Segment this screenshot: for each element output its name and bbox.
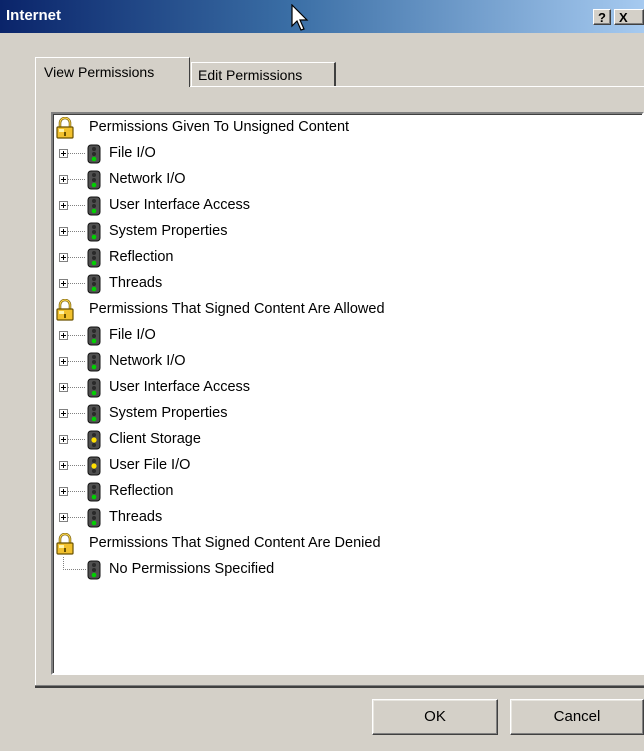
- traffic-light-green-icon: [87, 508, 101, 528]
- expand-plus-icon[interactable]: [59, 513, 68, 522]
- traffic-light-green-icon: [87, 378, 101, 398]
- permission-label: No Permissions Specified: [109, 561, 275, 577]
- ok-button[interactable]: OK: [372, 699, 498, 735]
- traffic-light-green-icon: [87, 404, 101, 424]
- category-label: Permissions That Signed Content Are Deni…: [89, 535, 381, 551]
- permission-label: System Properties: [109, 405, 228, 421]
- expand-plus-icon[interactable]: [59, 435, 68, 444]
- traffic-light-green-icon: [87, 222, 101, 242]
- traffic-light-green-icon: [87, 274, 101, 294]
- permission-label: Threads: [109, 509, 163, 525]
- permission-label: Network I/O: [109, 171, 186, 187]
- help-button[interactable]: ?: [593, 9, 611, 25]
- expand-plus-icon[interactable]: [59, 149, 68, 158]
- permission-label: File I/O: [109, 327, 156, 343]
- traffic-light-yellow-icon: [87, 430, 101, 450]
- expand-plus-icon[interactable]: [59, 409, 68, 418]
- category-label: Permissions That Signed Content Are Allo…: [89, 301, 385, 317]
- permission-label: Client Storage: [109, 431, 201, 447]
- traffic-light-green-icon: [87, 352, 101, 372]
- padlock-icon: [55, 533, 75, 555]
- padlock-icon: [55, 299, 75, 321]
- traffic-light-green-icon: [87, 560, 101, 580]
- expand-plus-icon[interactable]: [59, 279, 68, 288]
- expand-plus-icon[interactable]: [59, 227, 68, 236]
- category-label: Permissions Given To Unsigned Content: [89, 119, 350, 135]
- permission-label: Network I/O: [109, 353, 186, 369]
- expand-plus-icon[interactable]: [59, 175, 68, 184]
- close-button[interactable]: X: [614, 9, 644, 25]
- permission-label: User Interface Access: [109, 379, 251, 395]
- permission-label: Reflection: [109, 249, 174, 265]
- expand-plus-icon[interactable]: [59, 357, 68, 366]
- mouse-pointer-icon: [291, 4, 309, 31]
- traffic-light-green-icon: [87, 482, 101, 502]
- cancel-button[interactable]: Cancel: [510, 699, 644, 735]
- permissions-tree[interactable]: Permissions Given To Unsigned Content Fi…: [51, 112, 644, 675]
- traffic-light-green-icon: [87, 248, 101, 268]
- traffic-light-green-icon: [87, 170, 101, 190]
- expand-plus-icon[interactable]: [59, 383, 68, 392]
- traffic-light-green-icon: [87, 326, 101, 346]
- expand-plus-icon[interactable]: [59, 201, 68, 210]
- padlock-icon: [55, 117, 75, 139]
- expand-plus-icon[interactable]: [59, 253, 68, 262]
- permission-label: User File I/O: [109, 457, 191, 473]
- panel-divider: [35, 685, 644, 688]
- expand-plus-icon[interactable]: [59, 461, 68, 470]
- permission-label: System Properties: [109, 223, 228, 239]
- permission-label: Reflection: [109, 483, 174, 499]
- traffic-light-yellow-icon: [87, 456, 101, 476]
- tab-edit-permissions[interactable]: Edit Permissions: [191, 62, 336, 87]
- permission-label: File I/O: [109, 145, 156, 161]
- expand-plus-icon[interactable]: [59, 331, 68, 340]
- traffic-light-green-icon: [87, 196, 101, 216]
- tab-view-permissions[interactable]: View Permissions: [35, 57, 190, 87]
- permission-label: Threads: [109, 275, 163, 291]
- title-bar[interactable]: Internet ? X: [0, 0, 644, 33]
- window-title: Internet: [6, 7, 62, 24]
- permission-label: User Interface Access: [109, 197, 251, 213]
- traffic-light-green-icon: [87, 144, 101, 164]
- expand-plus-icon[interactable]: [59, 487, 68, 496]
